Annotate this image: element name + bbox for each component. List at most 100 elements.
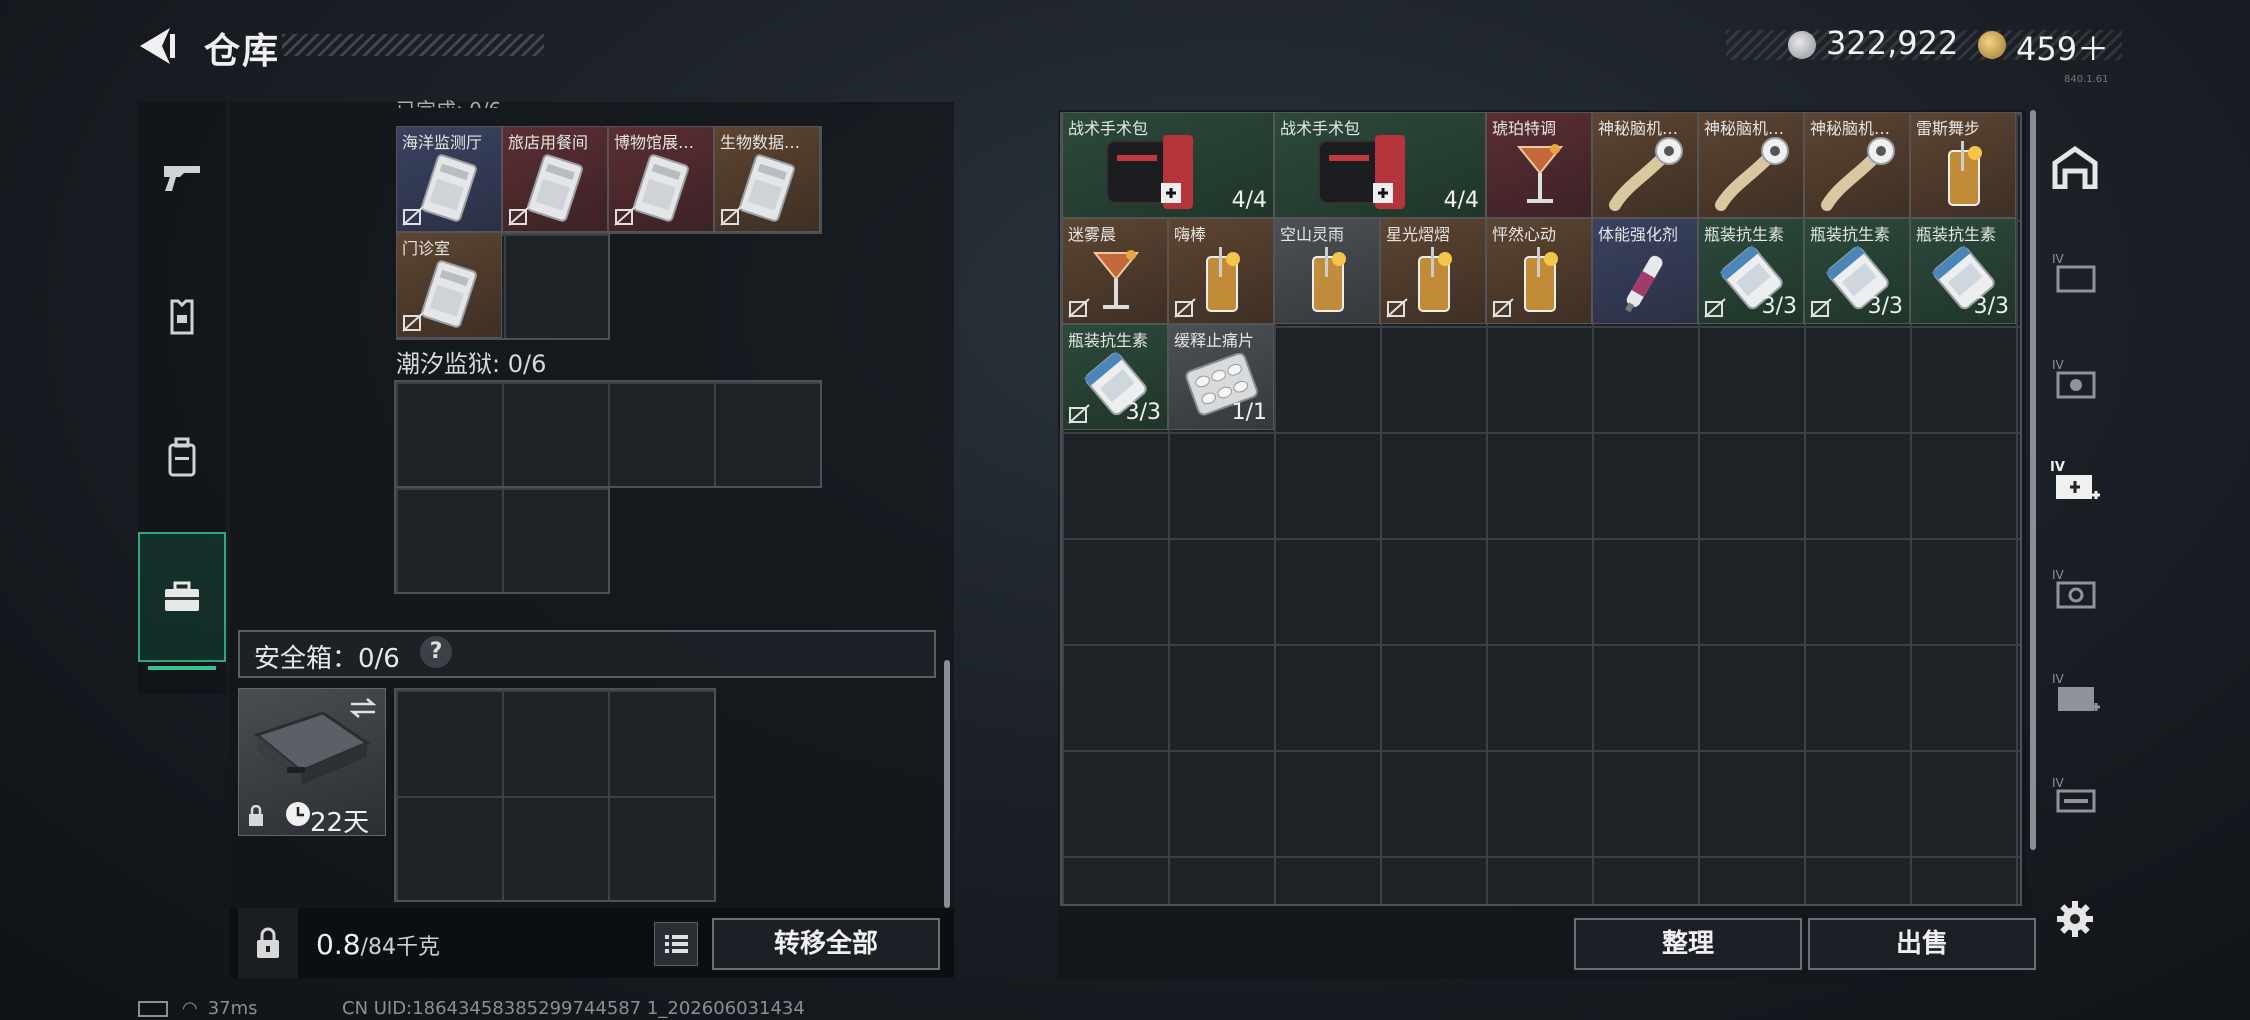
list-view-button[interactable] <box>654 922 698 966</box>
collection-item[interactable]: 门诊室 <box>396 232 502 338</box>
storage-item[interactable]: 星光熠熠 <box>1380 218 1486 324</box>
svg-text:IV: IV <box>2050 460 2065 475</box>
nav-armor[interactable] <box>138 252 226 382</box>
storage-scrollbar[interactable] <box>2030 110 2036 850</box>
no-transfer-icon <box>402 206 424 226</box>
page-title: 仓库 <box>204 31 281 72</box>
storage-item[interactable]: 战术手术包 4/4 <box>1274 112 1486 218</box>
weight-readout: 0.8/84千克 <box>316 928 440 961</box>
storage-item[interactable]: 嗨棒 <box>1168 218 1274 324</box>
safe-box-grid[interactable] <box>394 688 716 902</box>
lock-icon <box>249 805 263 826</box>
sell-button[interactable]: 出售 <box>1808 918 2036 970</box>
transfer-all-button[interactable]: 转移全部 <box>712 918 940 970</box>
item-label: 生物数据… <box>720 133 801 152</box>
item-label: 旅店用餐间 <box>508 133 589 152</box>
tab-storage-1[interactable]: IV <box>2040 238 2110 308</box>
nav-case[interactable] <box>138 532 226 670</box>
gun-icon <box>164 166 200 191</box>
tab-all-storage[interactable] <box>2040 132 2110 202</box>
keycard-icon <box>421 260 477 328</box>
backpack-icon <box>168 437 196 477</box>
storage-home-icon <box>2052 145 2098 189</box>
item-count: 3/3 <box>1761 294 1797 319</box>
item-label: 瓶装抗生素 <box>1068 331 1149 350</box>
item-label: 空山灵雨 <box>1280 225 1345 244</box>
gear-icon <box>2057 901 2093 937</box>
svg-text:IV: IV <box>2052 358 2065 372</box>
collection-item[interactable]: 旅店用餐间 <box>502 126 608 232</box>
drink-icon <box>1948 141 1982 206</box>
item-label: 体能强化剂 <box>1598 225 1679 244</box>
item-label: 博物馆展… <box>614 133 695 152</box>
item-label: 嗨棒 <box>1174 225 1207 244</box>
tab-storage-4[interactable]: IV <box>2040 658 2110 728</box>
storage-item[interactable]: 瓶装抗生素 3/3 <box>1804 218 1910 324</box>
item-label: 海洋监测厅 <box>402 133 483 152</box>
status-bar: ◠ 37ms <box>138 998 258 1019</box>
collection-item[interactable]: 生物数据… <box>714 126 820 232</box>
title-decoration <box>282 34 544 56</box>
storage-item[interactable]: 神秘脑机… <box>1592 112 1698 218</box>
item-label: 门诊室 <box>402 239 451 258</box>
nav-backpack[interactable] <box>138 392 226 522</box>
storage-item[interactable]: 神秘脑机… <box>1804 112 1910 218</box>
list-icon <box>665 935 688 953</box>
gold-coin-icon <box>1978 31 2006 59</box>
drink-icon <box>1418 247 1452 312</box>
no-transfer-icon <box>720 206 742 226</box>
svg-text:IV: IV <box>2052 252 2065 266</box>
storage-item[interactable]: 体能强化剂 <box>1592 218 1698 324</box>
storage-item[interactable]: 怦然心动 <box>1486 218 1592 324</box>
storage-item[interactable]: 空山灵雨 <box>1274 218 1380 324</box>
svg-text:IV: IV <box>2052 776 2065 790</box>
active-indicator <box>148 666 216 670</box>
help-button[interactable]: ? <box>420 636 452 668</box>
no-transfer-icon <box>1704 298 1726 318</box>
brain-device-icon <box>1821 137 1895 211</box>
no-transfer-icon <box>1174 298 1196 318</box>
tab-storage-medical[interactable]: IV <box>2040 448 2110 518</box>
tab-storage-3[interactable]: IV <box>2040 554 2110 624</box>
svg-text:IV: IV <box>2052 672 2065 686</box>
injector-icon <box>1625 255 1663 313</box>
swap-icon[interactable] <box>349 697 377 719</box>
version-label: 840.1.61 <box>2064 74 2109 85</box>
storage-item[interactable]: 迷雾晨 <box>1062 218 1168 324</box>
storage-item[interactable]: 神秘脑机… <box>1698 112 1804 218</box>
tide-prison-grid-row2[interactable] <box>394 486 610 594</box>
item-label: 琥珀特调 <box>1492 119 1557 138</box>
settings-button[interactable] <box>2040 884 2110 954</box>
no-transfer-icon <box>1068 298 1090 318</box>
nav-weapon[interactable] <box>138 112 226 242</box>
back-arrow-icon[interactable] <box>138 26 178 66</box>
tide-prison-grid-row1[interactable] <box>394 380 822 488</box>
drink-icon <box>1524 247 1558 312</box>
storage-case-icon: IV <box>2052 358 2096 399</box>
weight-current: 0.8 <box>316 928 361 961</box>
left-scrollbar[interactable] <box>944 660 950 908</box>
storage-item[interactable]: 战术手术包 4/4 <box>1062 112 1274 218</box>
storage-item[interactable]: 雷斯舞步 <box>1910 112 2016 218</box>
brain-device-icon <box>1715 137 1789 211</box>
weight-lock-button[interactable] <box>238 908 298 978</box>
storage-item[interactable]: 瓶装抗生素 3/3 <box>1698 218 1804 324</box>
briefcase-icon <box>165 581 199 611</box>
tab-storage-5[interactable]: IV <box>2040 762 2110 832</box>
wifi-icon: ◠ <box>182 998 198 1019</box>
collection-item[interactable]: 海洋监测厅 <box>396 126 502 232</box>
item-count: 1/1 <box>1231 400 1267 425</box>
storage-item[interactable]: 琥珀特调 <box>1486 112 1592 218</box>
storage-item[interactable]: 瓶装抗生素 3/3 <box>1910 218 2016 324</box>
storage-item[interactable]: 瓶装抗生素 3/3 <box>1062 324 1168 430</box>
weight-max: /84千克 <box>360 935 440 960</box>
gold-balance[interactable]: 459＋ <box>2016 24 2109 70</box>
tab-storage-2[interactable]: IV <box>2040 344 2110 414</box>
collection-progress: 已完成: 0/6 <box>396 94 501 108</box>
storage-tabs: IV IV IV IV IV IV <box>2040 102 2110 962</box>
storage-item[interactable]: 缓释止痛片 1/1 <box>1168 324 1274 430</box>
collection-item[interactable]: 博物馆展… <box>608 126 714 232</box>
item-label: 迷雾晨 <box>1068 225 1117 244</box>
no-transfer-icon <box>614 206 636 226</box>
organize-button[interactable]: 整理 <box>1574 918 1802 970</box>
